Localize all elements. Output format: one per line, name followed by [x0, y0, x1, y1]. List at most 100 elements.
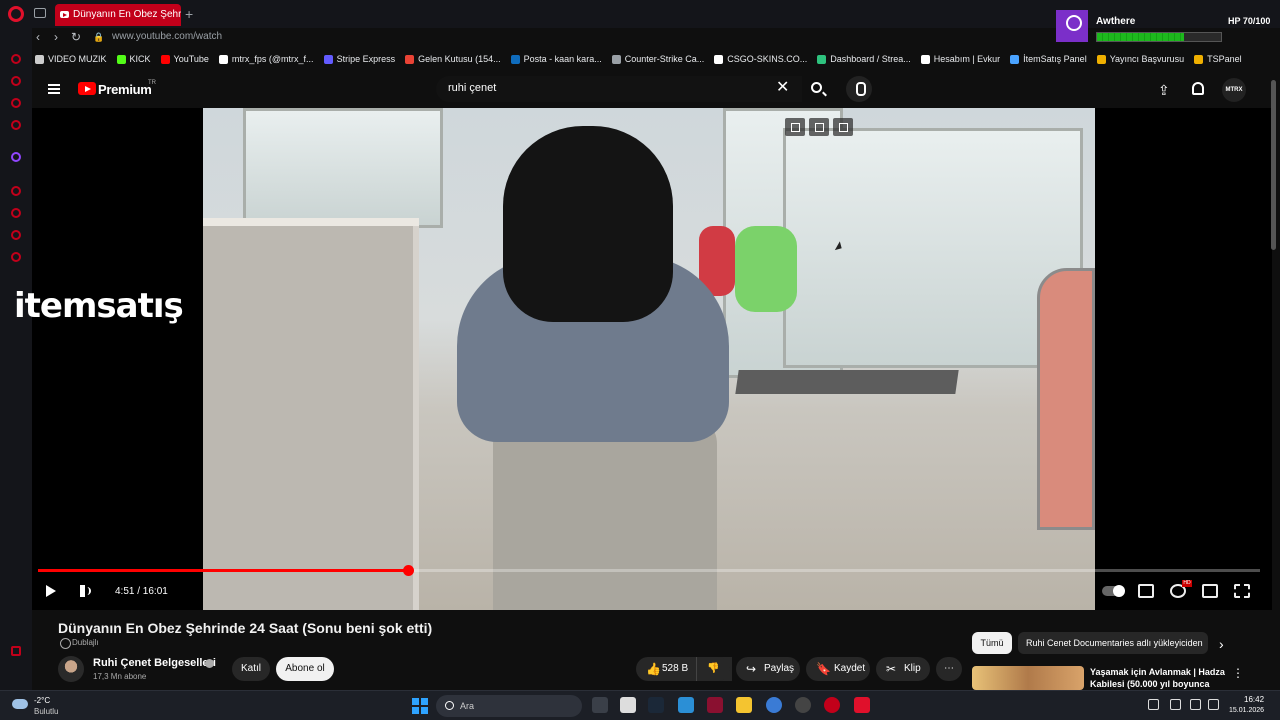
sidebar-extensions-icon[interactable] [11, 230, 21, 240]
more-actions-button[interactable]: ⋯ [936, 657, 962, 681]
back-icon[interactable]: ‹ [36, 30, 40, 44]
subtitles-icon[interactable] [1138, 584, 1154, 598]
tab-active[interactable]: Dünyanın En Obez Şehrinde [55, 4, 181, 26]
sidebar-aria-icon[interactable] [11, 54, 21, 64]
brand-premium[interactable]: Premium [98, 82, 152, 97]
bookmark-item[interactable]: Hesabım | Evkur [916, 50, 1005, 68]
app-gear-icon[interactable] [795, 697, 811, 713]
sidebar-player-icon[interactable] [11, 186, 21, 196]
notifications-icon[interactable] [1192, 82, 1204, 95]
autoplay-toggle[interactable] [1102, 585, 1125, 597]
bookmark-item[interactable]: KICK [112, 50, 156, 68]
tray-chevron-icon[interactable] [1148, 699, 1159, 710]
fullscreen-icon[interactable] [1234, 584, 1250, 598]
progress-played [38, 569, 409, 572]
volume-icon[interactable] [80, 585, 91, 597]
reload-icon[interactable]: ↻ [71, 30, 81, 44]
sidebar-wallet-icon[interactable] [11, 98, 21, 108]
skip-icon[interactable] [833, 118, 853, 136]
tab-title: Dünyanın En Obez Şehrinde [73, 9, 181, 20]
recommendation-thumbnail[interactable] [972, 666, 1084, 690]
bookmark-label: Yayıncı Başvurusu [1109, 54, 1185, 64]
sidebar-youtube-icon[interactable] [11, 120, 21, 130]
bookmark-label: Dashboard / Strea... [830, 54, 911, 64]
new-tab-button[interactable]: + [185, 6, 193, 22]
bookmarks-bar: VIDEO MUZIK KICK YouTube mtrx_fps (@mtrx_f.… [30, 50, 1280, 68]
channel-avatar[interactable] [58, 656, 84, 682]
video-player[interactable] [32, 108, 1272, 610]
page-scrollbar[interactable] [1270, 70, 1278, 690]
progress-bar[interactable] [38, 565, 1260, 576]
enter-icon[interactable] [809, 118, 829, 136]
video-title: Dünyanın En Obez Şehrinde 24 Saat (Sonu … [58, 620, 433, 636]
youtube-logo-icon[interactable] [78, 82, 96, 95]
search-input[interactable]: ruhi çenet [436, 76, 802, 102]
tab-overview-icon[interactable] [34, 8, 46, 18]
bookmark-item[interactable]: YouTube [156, 50, 214, 68]
forward-icon[interactable]: › [54, 30, 58, 44]
file-explorer-icon[interactable] [736, 697, 752, 713]
background-window-left [243, 108, 443, 228]
clock-date[interactable]: 15.01.2026 [1229, 707, 1264, 714]
scrollbar-thumb[interactable] [1271, 80, 1276, 250]
popout-icon[interactable] [785, 118, 805, 136]
app-valorant-icon[interactable] [707, 697, 723, 713]
play-icon[interactable] [46, 585, 56, 597]
taskbar-search[interactable]: Ara [436, 695, 582, 717]
bookmark-item[interactable]: VIDEO MUZIK [30, 50, 112, 68]
cloud-icon[interactable] [12, 699, 28, 709]
sidebar-flow-icon[interactable] [11, 646, 21, 656]
recommendation-menu-icon[interactable]: ⋮ [1232, 666, 1244, 680]
url-field[interactable]: www.youtube.com/watch [112, 31, 222, 42]
share-button[interactable]: ↪ Paylaş [736, 657, 800, 681]
account-avatar[interactable]: MTRX [1222, 78, 1246, 102]
bookmark-item[interactable]: Counter-Strike Ca... [607, 50, 710, 68]
subscribe-button[interactable]: Abone ol [276, 657, 334, 681]
upload-icon[interactable]: ⇪ [1158, 82, 1170, 99]
app-red-icon[interactable] [854, 697, 870, 713]
bookmark-item[interactable]: Gelen Kutusu (154... [400, 50, 506, 68]
copilot-icon[interactable] [592, 697, 608, 713]
tray-volume-icon[interactable] [1208, 699, 1219, 710]
tray-network-icon[interactable] [1190, 699, 1201, 710]
bookmark-favicon-icon [160, 54, 170, 64]
clock-time[interactable]: 16:42 [1244, 695, 1264, 704]
windows-start-icon[interactable] [412, 698, 428, 714]
bookmark-item[interactable]: Posta - kaan kara... [506, 50, 607, 68]
tray-mic-icon[interactable] [1170, 699, 1181, 710]
save-button[interactable]: 🔖 Kaydet [806, 657, 870, 681]
opera-logo-icon[interactable] [8, 6, 24, 22]
weather-temperature[interactable]: -2°C [34, 696, 50, 705]
task-view-icon[interactable] [620, 697, 636, 713]
theater-mode-icon[interactable] [1202, 584, 1218, 598]
bookmark-item[interactable]: Stripe Express [319, 50, 401, 68]
weather-description[interactable]: Bulutlu [34, 707, 58, 716]
dislike-button[interactable]: 👎 [696, 657, 730, 681]
browser-edge-icon[interactable] [766, 697, 782, 713]
sidebar-settings-icon[interactable] [11, 252, 21, 262]
sidebar-twitch-icon[interactable] [11, 152, 21, 162]
bookmark-item[interactable]: CSGO-SKINS.CO... [709, 50, 812, 68]
video-frame[interactable] [203, 108, 1095, 610]
bookmark-item[interactable]: Yayıncı Başvurusu [1092, 50, 1189, 68]
steam-icon[interactable] [648, 697, 664, 713]
bookmark-item[interactable]: mtrx_fps (@mtrx_f... [214, 50, 319, 68]
bookmark-item[interactable]: Dashboard / Strea... [812, 50, 916, 68]
join-button[interactable]: Katıl [232, 657, 270, 681]
app-blue-icon[interactable] [678, 697, 694, 713]
menu-icon[interactable] [48, 84, 60, 94]
chevron-right-icon[interactable]: › [1219, 636, 1224, 652]
voice-search-icon[interactable] [846, 76, 872, 102]
recommendation-title[interactable]: Yaşamak için Avlanmak | Hadza Kabilesi (… [1090, 666, 1230, 690]
chip-uploader[interactable]: Ruhi Cenet Documentaries adlı yükleyicid… [1018, 632, 1208, 654]
channel-name[interactable]: Ruhi Çenet Belgeselleri [93, 657, 216, 669]
bookmark-item[interactable]: TSPanel [1189, 50, 1247, 68]
clear-search-icon[interactable]: ✕ [776, 78, 789, 98]
bookmark-item[interactable]: İtemSatış Panel [1005, 50, 1092, 68]
clip-button[interactable]: ✂ Klip [876, 657, 930, 681]
sidebar-history-icon[interactable] [11, 208, 21, 218]
chip-all[interactable]: Tümü [972, 632, 1012, 654]
search-button[interactable] [802, 76, 832, 102]
sidebar-shopping-icon[interactable] [11, 76, 21, 86]
opera-gx-icon[interactable] [824, 697, 840, 713]
